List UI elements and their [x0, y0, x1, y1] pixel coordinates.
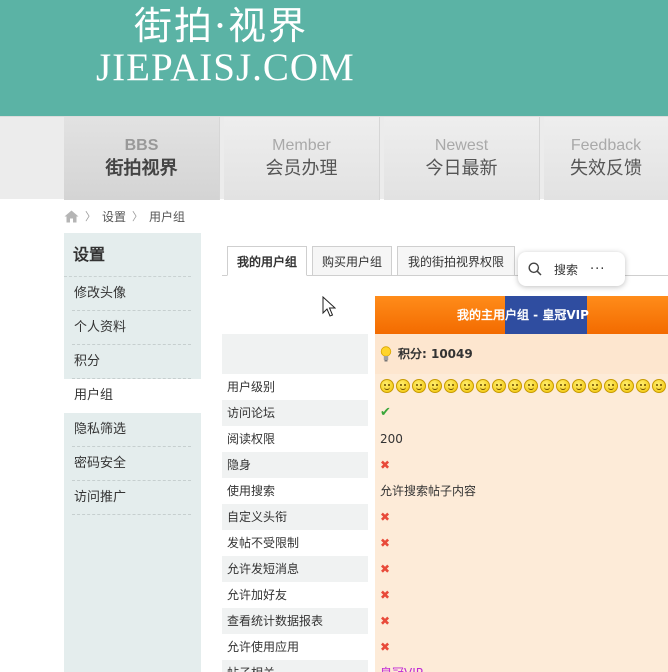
sidebar-item-password[interactable]: 密码安全: [64, 447, 201, 481]
nav-item-member[interactable]: Member 会员办理: [224, 117, 380, 200]
row-label-user-level: 用户级别: [222, 374, 368, 400]
smiley-icon: [476, 379, 490, 393]
row-label-use-search: 使用搜索: [222, 478, 368, 504]
row-label-view-stats: 查看统计数据报表: [222, 608, 368, 634]
smiley-icon: [524, 379, 538, 393]
cross-icon: ✖: [380, 458, 391, 472]
points-label: 积分: 10049: [398, 347, 473, 361]
breadcrumb-separator: 〉: [85, 210, 96, 223]
floating-search-toolbar: 搜索 ···: [518, 252, 625, 286]
nav-item-newest[interactable]: Newest 今日最新: [384, 117, 540, 200]
nav-item-bbs[interactable]: BBS 街拍视界: [64, 117, 220, 200]
smiley-icon: [380, 379, 394, 393]
smiley-icon: [572, 379, 586, 393]
row-label-add-friend: 允许加好友: [222, 582, 368, 608]
nav-item-cn-label: 会员办理: [265, 158, 338, 179]
nav-item-en-label: BBS: [124, 137, 159, 154]
nav-item-en-label: Feedback: [570, 137, 642, 154]
smiley-icon: [412, 379, 426, 393]
cross-icon: ✖: [380, 562, 391, 576]
tab-my-permissions[interactable]: 我的街拍视界权限: [397, 246, 515, 276]
sidebar-item-usergroup[interactable]: 用户组: [64, 379, 202, 413]
site-logo-chinese[interactable]: 街拍·视界: [134, 4, 308, 48]
nav-item-feedback[interactable]: Feedback 失效反馈: [544, 117, 668, 200]
group-header: 我的主用户组 - 皇冠VIP: [375, 296, 668, 334]
smiley-icon: [556, 379, 570, 393]
nav-item-cn-label: 街拍视界: [105, 158, 178, 179]
row-value-use-search: 允许搜索帖子内容: [380, 484, 477, 498]
smiley-icon: [428, 379, 442, 393]
breadcrumb-item-settings[interactable]: 设置: [102, 208, 126, 225]
row-value-read-permission: 200: [380, 432, 403, 446]
row-label-post-related: 帖子相关: [222, 660, 368, 672]
cross-icon: ✖: [380, 588, 391, 602]
points-value: 积分: 10049: [380, 344, 473, 364]
smiley-icon: [604, 379, 618, 393]
sidebar-title: 设置: [64, 233, 191, 277]
lightbulb-icon: [380, 346, 392, 362]
site-logo-domain[interactable]: JIEPAISJ.COM: [96, 46, 355, 90]
breadcrumb-item-usergroup[interactable]: 用户组: [149, 208, 185, 225]
sidebar-item-profile[interactable]: 个人资料: [64, 311, 201, 345]
mouse-cursor-icon: [322, 296, 336, 317]
tab-my-usergroup[interactable]: 我的用户组: [227, 246, 307, 276]
group-title: 我的主用户组 - 皇冠VIP: [457, 308, 589, 322]
row-label-use-apps: 允许使用应用: [222, 634, 368, 660]
search-button[interactable]: 搜索: [554, 261, 578, 278]
smiley-icon: [636, 379, 650, 393]
nav-item-cn-label: 今日最新: [425, 158, 498, 179]
smiley-icon: [508, 379, 522, 393]
tab-buy-usergroup[interactable]: 购买用户组: [312, 246, 392, 276]
cross-icon: ✖: [380, 536, 391, 550]
sidebar-item-credits[interactable]: 积分: [64, 345, 201, 379]
sidebar-item-avatar[interactable]: 修改头像: [64, 277, 201, 311]
row-label-custom-title: 自定义头衔: [222, 504, 368, 530]
check-icon: ✔: [380, 405, 391, 420]
row-label-read-permission: 阅读权限: [222, 426, 368, 452]
more-options-icon[interactable]: ···: [590, 262, 605, 277]
nav-item-en-label: Member: [272, 137, 331, 154]
breadcrumb: 〉 设置 〉 用户组: [64, 206, 185, 226]
user-level-icons: [380, 379, 668, 393]
smiley-icon: [620, 379, 634, 393]
row-value-post-related[interactable]: 皇冠VIP: [380, 660, 423, 672]
breadcrumb-separator: 〉: [132, 210, 144, 223]
row-label-visit-forum: 访问论坛: [222, 400, 368, 426]
group-header-spacer: [222, 334, 368, 374]
row-label-invisible: 隐身: [222, 452, 368, 478]
row-label-post-unlimited: 发帖不受限制: [222, 530, 368, 556]
smiley-icon: [396, 379, 410, 393]
site-banner: 街拍·视界 JIEPAISJ.COM: [0, 0, 668, 116]
home-icon[interactable]: [64, 210, 79, 223]
smiley-icon: [588, 379, 602, 393]
smiley-icon: [444, 379, 458, 393]
smiley-icon: [540, 379, 554, 393]
cross-icon: ✖: [380, 510, 391, 524]
sidebar-item-promotion[interactable]: 访问推广: [64, 481, 201, 515]
settings-sidebar: 设置 修改头像 个人资料 积分 用户组 隐私筛选 密码安全 访问推广: [64, 233, 202, 672]
smiley-icon: [460, 379, 474, 393]
smiley-icon: [492, 379, 506, 393]
search-icon[interactable]: [528, 262, 542, 276]
main-nav: BBS 街拍视界 Member 会员办理 Newest 今日最新 Feedbac…: [0, 116, 668, 200]
nav-item-en-label: Newest: [434, 137, 489, 154]
row-label-send-message: 允许发短消息: [222, 556, 368, 582]
cross-icon: ✖: [380, 640, 391, 654]
cross-icon: ✖: [380, 614, 391, 628]
nav-item-cn-label: 失效反馈: [570, 158, 642, 179]
smiley-icon: [652, 379, 666, 393]
sidebar-item-privacy[interactable]: 隐私筛选: [64, 413, 201, 447]
